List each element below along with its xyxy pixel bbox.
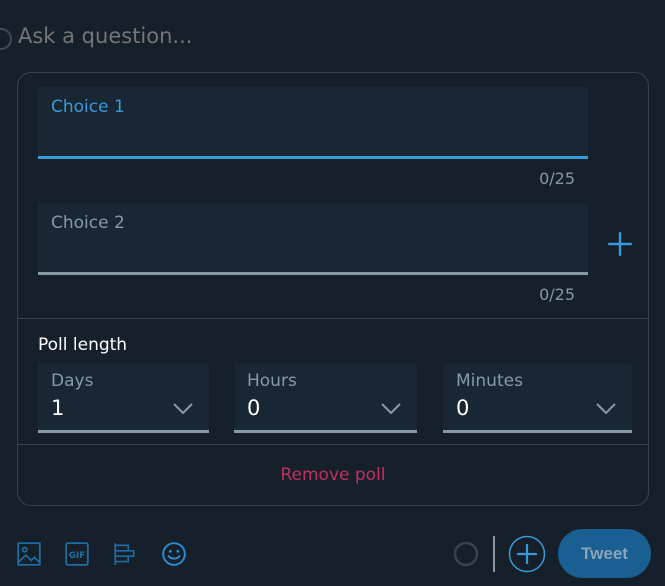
minutes-label: Minutes <box>456 371 523 391</box>
poll-length-label: Poll length <box>38 335 128 355</box>
remove-poll-button[interactable]: Remove poll <box>18 465 648 485</box>
chevron-down-icon <box>173 403 193 415</box>
days-value: 1 <box>51 396 65 420</box>
hours-select[interactable]: Hours 0 <box>234 363 417 433</box>
poll-icon[interactable] <box>112 541 138 567</box>
minutes-value: 0 <box>456 396 470 420</box>
days-label: Days <box>51 371 94 391</box>
image-icon[interactable] <box>16 541 42 567</box>
hours-label: Hours <box>247 371 297 391</box>
divider <box>18 444 648 445</box>
choice-2-label: Choice 2 <box>51 213 125 233</box>
tweet-button[interactable]: Tweet <box>558 529 651 578</box>
gif-text: GIF <box>69 551 85 561</box>
choice-2-field[interactable]: Choice 2 <box>38 203 588 275</box>
divider <box>18 318 648 319</box>
choice-1-counter: 0/25 <box>539 169 575 188</box>
choice-1-label: Choice 1 <box>51 97 125 117</box>
avatar-edge <box>0 28 12 50</box>
question-input[interactable] <box>18 24 618 48</box>
hours-value: 0 <box>247 396 261 420</box>
choice-1-field[interactable]: Choice 1 <box>38 87 588 159</box>
add-choice-icon[interactable] <box>607 231 633 257</box>
chevron-down-icon <box>596 403 616 415</box>
chevron-down-icon <box>381 403 401 415</box>
choice-2-counter: 0/25 <box>539 285 575 304</box>
days-select[interactable]: Days 1 <box>38 363 209 433</box>
add-tweet-button[interactable] <box>508 535 546 573</box>
toolbar-separator <box>493 536 495 572</box>
poll-card: Choice 1 0/25 Choice 2 0/25 Poll length … <box>17 72 649 506</box>
character-progress-ring <box>453 541 479 567</box>
gif-icon[interactable]: GIF <box>64 541 90 567</box>
minutes-select[interactable]: Minutes 0 <box>443 363 632 433</box>
emoji-icon[interactable] <box>161 541 187 567</box>
